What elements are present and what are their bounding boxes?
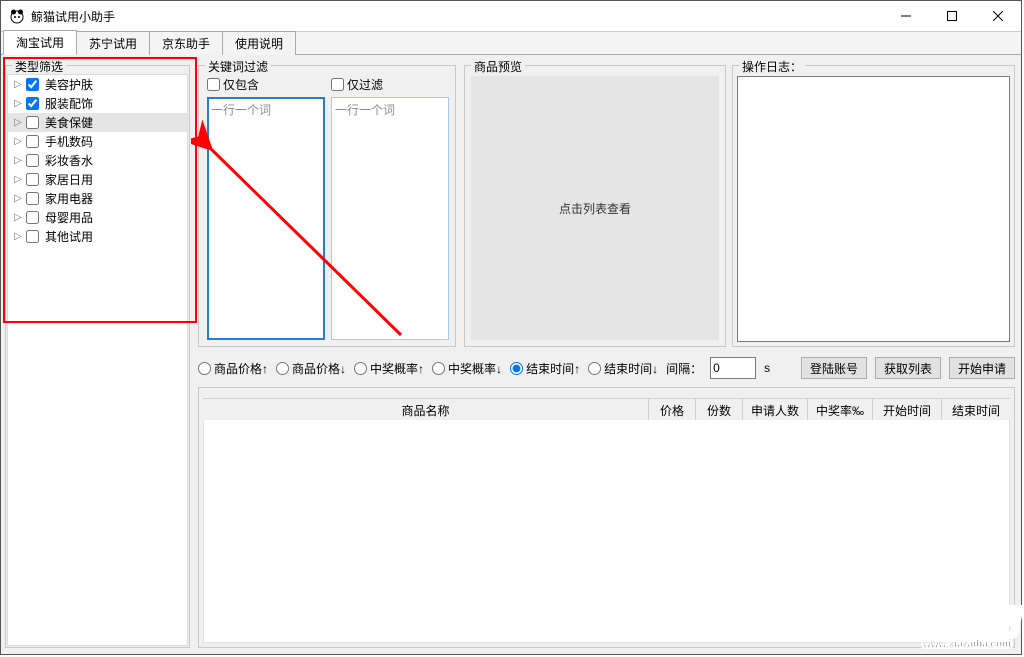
- minimize-button[interactable]: [883, 1, 929, 31]
- tab-suning[interactable]: 苏宁试用: [76, 31, 150, 55]
- category-label: 其他试用: [45, 228, 93, 245]
- app-title: 鲸猫试用小助手: [31, 8, 115, 25]
- grid-header: 商品名称 价格 份数 申请人数 中奖率‰ 开始时间 结束时间: [203, 398, 1010, 422]
- sort-price-asc[interactable]: 商品价格↑: [198, 360, 268, 377]
- client-area: 类型筛选 ▷ 美容护肤 ▷ 服装配饰 ▷ 美食保健 ▷ 手机数码 ▷ 彩妆香水 ▷ 家居日用 ▷ 家用电器…: [1, 55, 1021, 654]
- category-item[interactable]: ▷ 家用电器: [8, 189, 187, 208]
- operation-log-group: 操作日志：: [732, 65, 1015, 347]
- tab-jd[interactable]: 京东助手: [149, 31, 223, 55]
- start-apply-button[interactable]: 开始申请: [949, 357, 1015, 379]
- col-end-time[interactable]: 结束时间: [942, 399, 1010, 421]
- chevron-right-icon[interactable]: ▷: [12, 231, 24, 242]
- category-checkbox[interactable]: [26, 116, 39, 129]
- chevron-right-icon[interactable]: ▷: [12, 98, 24, 109]
- col-winrate[interactable]: 中奖率‰: [808, 399, 873, 421]
- category-checkbox[interactable]: [26, 192, 39, 205]
- maximize-button[interactable]: [929, 1, 975, 31]
- category-item[interactable]: ▷ 服装配饰: [8, 94, 187, 113]
- app-icon: [9, 8, 25, 24]
- interval-unit: s: [764, 361, 770, 375]
- close-button[interactable]: [975, 1, 1021, 31]
- keyword-filter-legend: 关键词过滤: [205, 58, 271, 75]
- col-applicants[interactable]: 申请人数: [743, 399, 808, 421]
- sort-endtime-desc[interactable]: 结束时间↓: [588, 360, 658, 377]
- category-checkbox[interactable]: [26, 230, 39, 243]
- app-window: 鲸猫试用小助手 淘宝试用 苏宁试用 京东助手 使用说明 类型筛选 ▷ 美容护肤 ▷ 服…: [0, 0, 1022, 655]
- category-checkbox[interactable]: [26, 154, 39, 167]
- category-label: 美容护肤: [45, 76, 93, 93]
- interval-input[interactable]: [710, 357, 756, 379]
- category-label: 彩妆香水: [45, 152, 93, 169]
- result-grid-group: 商品名称 价格 份数 申请人数 中奖率‰ 开始时间 结束时间: [198, 387, 1015, 648]
- include-keywords-input[interactable]: [207, 97, 325, 340]
- keyword-filter-group: 关键词过滤 仅包含 仅过滤: [198, 65, 456, 347]
- operation-log-legend: 操作日志：: [739, 58, 805, 75]
- col-product-name[interactable]: 商品名称: [203, 399, 649, 421]
- category-checkbox[interactable]: [26, 97, 39, 110]
- category-item[interactable]: ▷ 母婴用品: [8, 208, 187, 227]
- category-filter-group: 类型筛选 ▷美容护肤▷服装配饰▷美食保健▷手机数码▷彩妆香水▷家居日用▷家用电器…: [5, 65, 190, 648]
- category-item[interactable]: ▷ 彩妆香水: [8, 151, 187, 170]
- category-item[interactable]: ▷ 家居日用: [8, 170, 187, 189]
- chevron-right-icon[interactable]: ▷: [12, 117, 24, 128]
- login-button[interactable]: 登陆账号: [801, 357, 867, 379]
- only-exclude-checkbox[interactable]: 仅过滤: [331, 74, 449, 97]
- grid-body[interactable]: [203, 420, 1010, 643]
- category-label: 服装配饰: [45, 95, 93, 112]
- product-preview-legend: 商品预览: [471, 58, 525, 75]
- category-label: 手机数码: [45, 133, 93, 150]
- category-item[interactable]: ▷ 美容护肤: [8, 75, 187, 94]
- interval-label: 间隔：: [666, 360, 702, 377]
- chevron-right-icon[interactable]: ▷: [12, 79, 24, 90]
- category-item[interactable]: ▷ 美食保健: [8, 113, 187, 132]
- only-include-checkbox[interactable]: 仅包含: [207, 74, 325, 97]
- titlebar: 鲸猫试用小助手: [1, 1, 1021, 32]
- chevron-right-icon[interactable]: ▷: [12, 136, 24, 147]
- sort-action-bar: 商品价格↑ 商品价格↓ 中奖概率↑ 中奖概率↓ 结束时间↑ 结束时间↓ 间隔： …: [198, 355, 1015, 381]
- category-checkbox[interactable]: [26, 211, 39, 224]
- tabstrip: 淘宝试用 苏宁试用 京东助手 使用说明: [1, 32, 1021, 55]
- category-tree[interactable]: ▷ 美容护肤 ▷ 服装配饰 ▷ 美食保健 ▷ 手机数码 ▷ 彩妆香水 ▷ 家居日用 ▷ 家用电器 ▷ 母婴用品…: [7, 74, 188, 646]
- sort-winrate-asc[interactable]: 中奖概率↑: [354, 360, 424, 377]
- col-start-time[interactable]: 开始时间: [873, 399, 942, 421]
- col-price[interactable]: 价格: [649, 399, 696, 421]
- category-label: 家用电器: [45, 190, 93, 207]
- category-checkbox[interactable]: [26, 135, 39, 148]
- tab-help[interactable]: 使用说明: [222, 31, 296, 55]
- sort-winrate-desc[interactable]: 中奖概率↓: [432, 360, 502, 377]
- category-item[interactable]: ▷ 手机数码: [8, 132, 187, 151]
- sort-endtime-asc[interactable]: 结束时间↑: [510, 360, 580, 377]
- sort-price-desc[interactable]: 商品价格↓: [276, 360, 346, 377]
- product-preview-placeholder[interactable]: 点击列表查看: [471, 76, 719, 340]
- chevron-right-icon[interactable]: ▷: [12, 155, 24, 166]
- chevron-right-icon[interactable]: ▷: [12, 174, 24, 185]
- category-checkbox[interactable]: [26, 78, 39, 91]
- category-label: 美食保健: [45, 114, 93, 131]
- chevron-right-icon[interactable]: ▷: [12, 193, 24, 204]
- chevron-right-icon[interactable]: ▷: [12, 212, 24, 223]
- category-label: 家居日用: [45, 171, 93, 188]
- col-qty[interactable]: 份数: [696, 399, 743, 421]
- fetch-list-button[interactable]: 获取列表: [875, 357, 941, 379]
- category-item[interactable]: ▷ 其他试用: [8, 227, 187, 246]
- category-label: 母婴用品: [45, 209, 93, 226]
- operation-log-box[interactable]: [737, 76, 1010, 342]
- tab-taobao[interactable]: 淘宝试用: [3, 30, 77, 55]
- category-checkbox[interactable]: [26, 173, 39, 186]
- watermark-logo: 下载吧 www.xiazaiba.com: [919, 606, 1015, 650]
- exclude-keywords-input[interactable]: [331, 97, 449, 340]
- product-preview-group: 商品预览 点击列表查看: [464, 65, 726, 347]
- category-filter-legend: 类型筛选: [12, 58, 66, 75]
